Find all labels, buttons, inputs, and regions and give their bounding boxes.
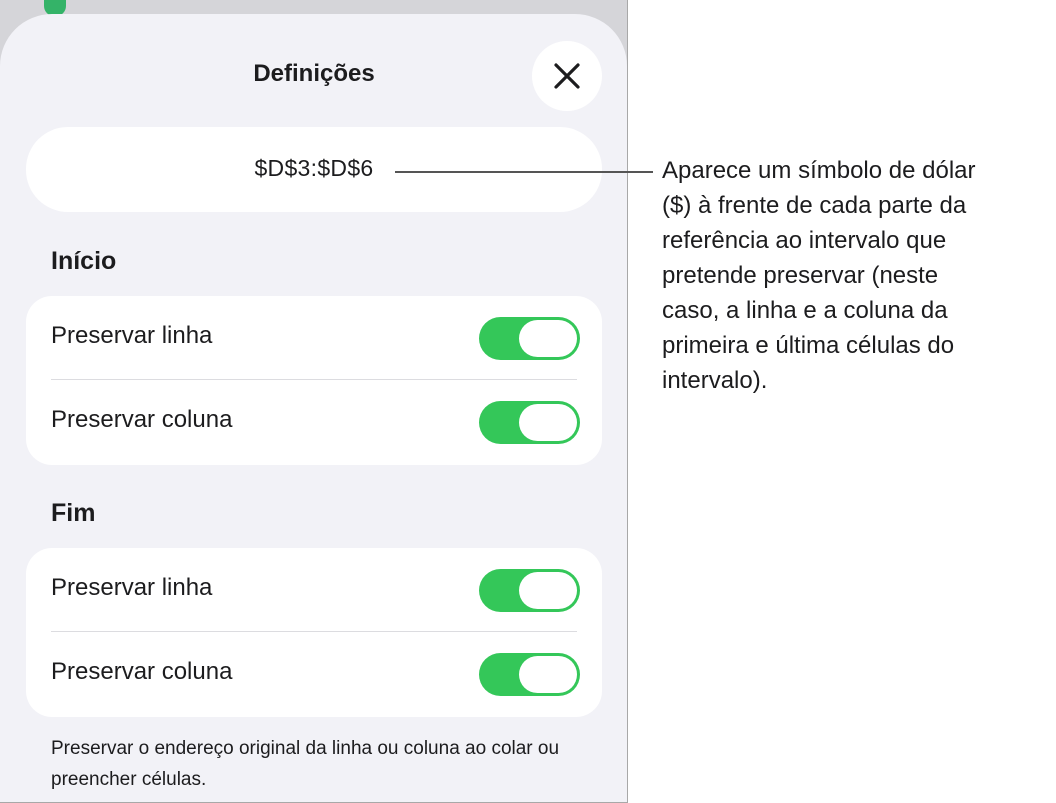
callout-leader-line (395, 171, 653, 173)
section-title-start: Início (51, 247, 117, 275)
settings-group-start: Preservar linha Preservar coluna (26, 296, 602, 465)
footer-note: Preservar o endereço original da linha o… (51, 738, 560, 790)
screenshot: Definições $D$3:$D$6 Início Preservar li… (0, 0, 628, 803)
callout-line-text: Aparece um símbolo de dólar (662, 157, 976, 184)
callout-line-text: referência ao intervalo que (662, 227, 947, 254)
callout-line-text: intervalo). (662, 367, 768, 394)
range-reference-value: $D$3:$D$6 (254, 155, 374, 181)
preserve-row-toggle[interactable] (479, 317, 580, 360)
toggle-knob (519, 656, 577, 693)
row-preserve-row: Preservar linha (26, 296, 602, 380)
callout-line-text: ($) à frente de cada parte da (662, 192, 967, 219)
row-preserve-column: Preservar coluna (26, 380, 602, 464)
row-label: Preservar linha (51, 322, 213, 349)
close-button[interactable] (532, 41, 602, 111)
section-title-end: Fim (51, 499, 96, 527)
row-preserve-column: Preservar coluna (26, 632, 602, 716)
preserve-column-toggle[interactable] (479, 653, 580, 696)
toggle-knob (519, 572, 577, 609)
toggle-knob (519, 404, 577, 441)
row-preserve-row: Preservar linha (26, 548, 602, 632)
row-label: Preservar coluna (51, 406, 233, 433)
callout-line-text: pretende preservar (neste (662, 262, 939, 289)
preserve-row-toggle[interactable] (479, 569, 580, 612)
figure: Definições $D$3:$D$6 Início Preservar li… (0, 0, 1056, 803)
settings-group-end: Preservar linha Preservar coluna (26, 548, 602, 717)
callout-text: Aparece um símbolo de dólar ($) à frente… (662, 153, 1054, 398)
toggle-knob (519, 320, 577, 357)
close-x-icon (554, 63, 580, 89)
callout-line-text: caso, a linha e a coluna da (662, 297, 948, 324)
row-label: Preservar linha (51, 574, 213, 601)
preserve-column-toggle[interactable] (479, 401, 580, 444)
callout-line-text: primeira e última células do (662, 332, 955, 359)
row-label: Preservar coluna (51, 658, 233, 685)
